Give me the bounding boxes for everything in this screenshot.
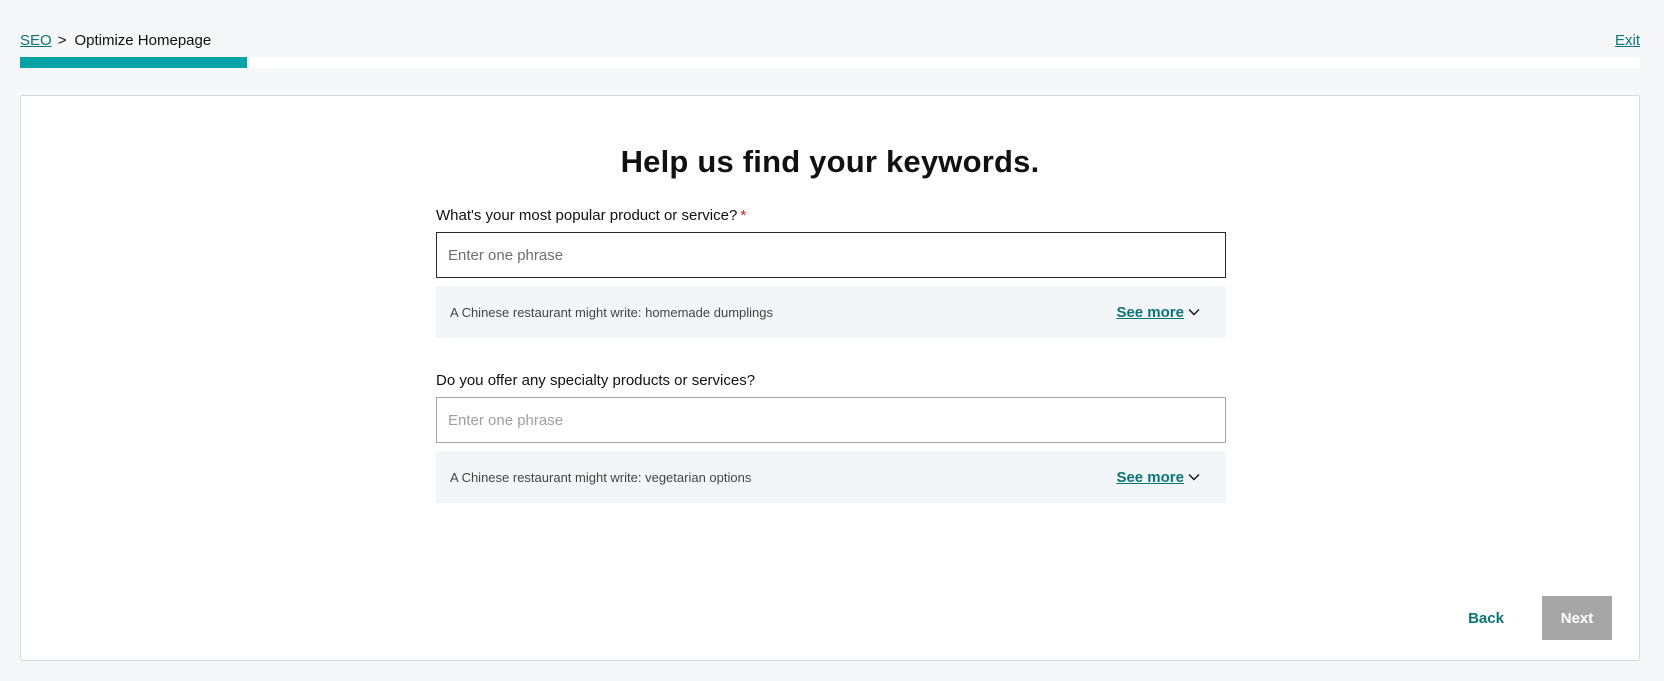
next-button[interactable]: Next: [1542, 596, 1612, 640]
progress-bar: [20, 57, 1640, 68]
popular-product-input[interactable]: [436, 232, 1226, 278]
specialty-product-field: Do you offer any specialty products or s…: [436, 371, 1226, 503]
breadcrumb-separator: >: [57, 32, 67, 49]
breadcrumb-current: Optimize Homepage: [74, 32, 212, 49]
chevron-down-icon: [1188, 309, 1200, 316]
see-more-label: See more: [1116, 303, 1184, 321]
specialty-product-label: Do you offer any specialty products or s…: [436, 372, 756, 389]
popular-product-hint: A Chinese restaurant might write: homema…: [436, 286, 1226, 338]
specialty-product-hint-text: A Chinese restaurant might write: vegeta…: [450, 469, 752, 485]
specialty-product-see-more[interactable]: See more: [1116, 469, 1200, 486]
progress-bar-fill: [20, 57, 247, 68]
main-card: Help us find your keywords. What's your …: [20, 95, 1640, 661]
back-button[interactable]: Back: [1446, 596, 1526, 640]
popular-product-see-more[interactable]: See more: [1116, 304, 1200, 321]
top-bar: SEO > Optimize Homepage Exit: [20, 30, 1640, 52]
chevron-down-icon: [1188, 474, 1200, 481]
page-title: Help us find your keywords.: [620, 144, 1040, 179]
popular-product-label: What's your most popular product or serv…: [436, 206, 1226, 226]
specialty-product-input[interactable]: [436, 397, 1226, 443]
specialty-product-hint: A Chinese restaurant might write: vegeta…: [436, 451, 1226, 503]
exit-link[interactable]: Exit: [1615, 30, 1640, 52]
breadcrumb: SEO > Optimize Homepage: [20, 30, 211, 52]
required-marker: *: [740, 207, 747, 224]
popular-product-field: What's your most popular product or serv…: [436, 206, 1226, 338]
popular-product-hint-text: A Chinese restaurant might write: homema…: [450, 304, 773, 320]
see-more-label: See more: [1116, 468, 1184, 486]
breadcrumb-seo-link[interactable]: SEO: [20, 30, 52, 52]
popular-product-label-text: What's your most popular product or serv…: [436, 207, 738, 224]
